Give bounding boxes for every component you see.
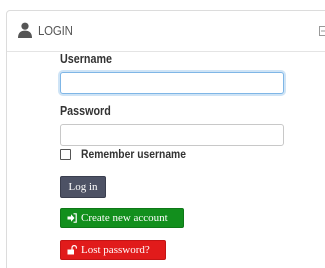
unlock-icon: [67, 245, 77, 255]
username-input[interactable]: [60, 72, 284, 94]
remember-checkbox[interactable]: [60, 149, 71, 160]
create-account-label: Create new account: [81, 212, 168, 224]
password-label: Password: [60, 104, 111, 118]
password-input[interactable]: [60, 124, 284, 146]
remember-label[interactable]: Remember username: [81, 147, 186, 161]
user-icon: [18, 22, 32, 38]
login-button-label: Log in: [68, 181, 98, 193]
panel-header: LOGIN: [7, 11, 325, 52]
login-button[interactable]: Log in: [60, 176, 106, 198]
sign-in-icon: [67, 213, 77, 223]
panel-title: LOGIN: [38, 23, 73, 38]
username-label: Username: [60, 52, 112, 66]
collapse-icon[interactable]: [319, 26, 325, 36]
lost-password-button[interactable]: Lost password?: [60, 240, 166, 260]
lost-password-label: Lost password?: [81, 244, 150, 256]
create-account-button[interactable]: Create new account: [60, 208, 184, 228]
